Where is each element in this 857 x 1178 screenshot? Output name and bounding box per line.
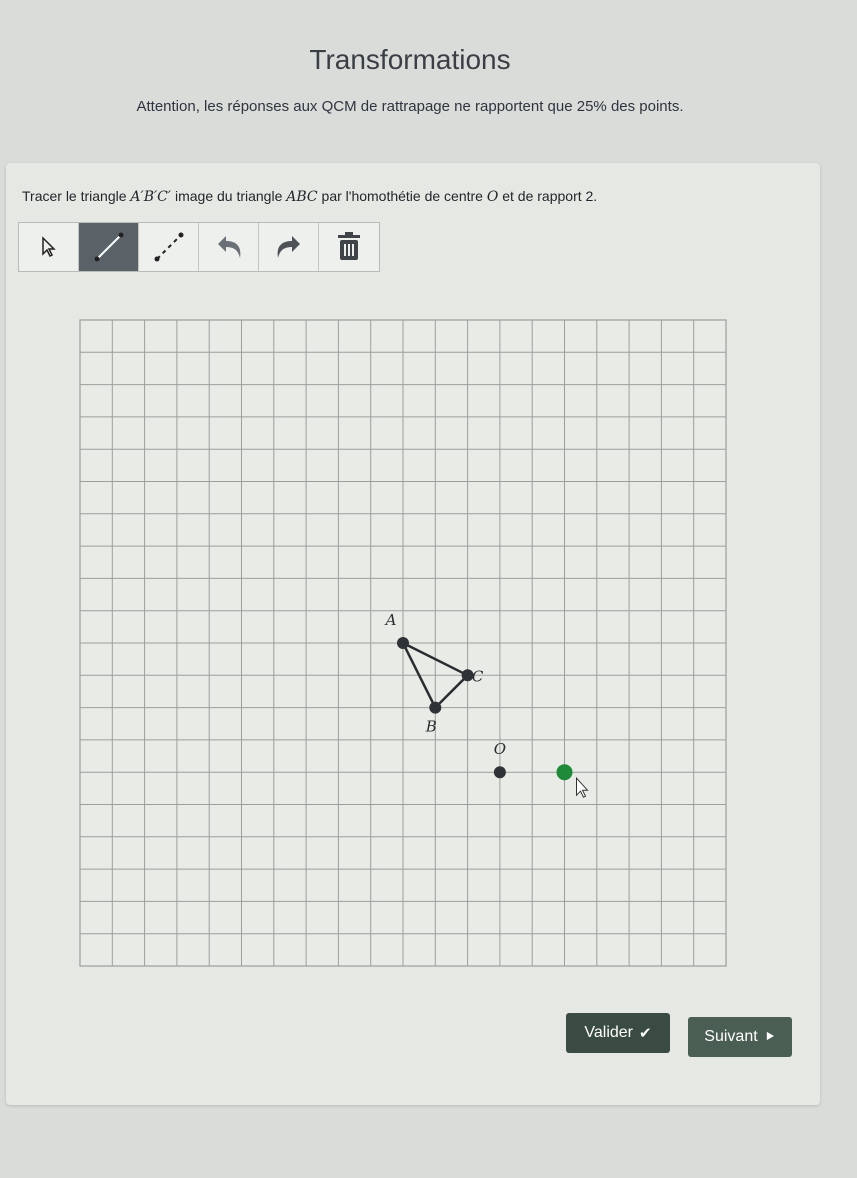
active-point[interactable] xyxy=(556,764,573,781)
point-label-c: C xyxy=(472,667,484,685)
validate-label: Valider xyxy=(584,1024,634,1041)
point-label-a: A xyxy=(384,611,397,629)
point-label-o: O xyxy=(494,740,506,758)
point-a xyxy=(397,637,409,649)
point-o xyxy=(493,766,506,779)
point-b xyxy=(429,701,442,714)
graph-canvas[interactable]: A C B O xyxy=(0,0,857,1178)
validate-button[interactable]: Valider ✔ xyxy=(566,1013,670,1053)
check-icon: ✔ xyxy=(639,1025,652,1042)
next-button[interactable]: Suivant ⯈ xyxy=(688,1017,792,1057)
next-arrow-icon: ⯈ xyxy=(763,1028,776,1046)
point-label-b: B xyxy=(425,718,437,736)
next-label: Suivant xyxy=(704,1028,758,1045)
